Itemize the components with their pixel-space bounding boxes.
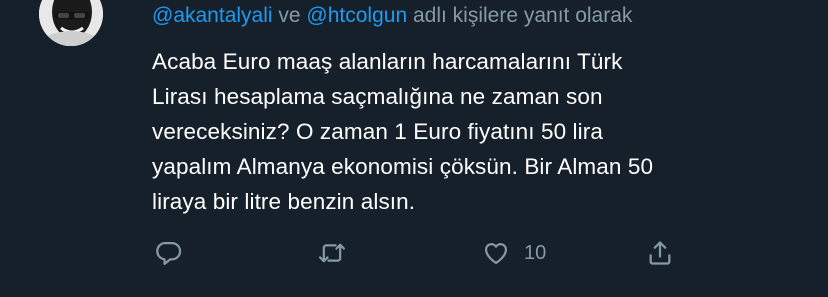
share-icon [649,241,671,265]
reply-context: @akantalyali ve @htcolgun adlı kişilere … [152,2,632,30]
share-button[interactable] [646,238,674,268]
retweet-button[interactable] [318,238,346,268]
tweet-text-line: Acaba Euro maaş alanların harcamalarını … [152,49,623,74]
mention-akantalyali[interactable]: @akantalyali [152,4,273,27]
like-button[interactable]: 10 [482,238,546,268]
like-count: 10 [524,241,547,264]
retweet-icon [318,243,346,263]
tweet-text: Acaba Euro maaş alanların harcamalarını … [152,44,812,219]
tweet-text-line: vereceksiniz? O zaman 1 Euro fiyatını 50… [152,119,603,144]
mention-htcolgun[interactable]: @htcolgun [306,4,407,27]
avatar-image [39,0,103,46]
like-icon [484,243,508,265]
tweet-text-line: yapalım Almanya ekonomisi çöksün. Bir Al… [152,154,654,179]
tweet-text-line: Lirası hesaplama saçmalığına ne zaman so… [152,84,603,109]
reply-button[interactable] [155,238,183,268]
reply-icon [156,241,182,265]
reply-suffix: adlı kişilere yanıt olarak [407,4,633,27]
reply-connector: ve [272,4,307,27]
avatar[interactable] [39,0,103,46]
tweet[interactable]: @akantalyali ve @htcolgun adlı kişilere … [0,0,828,297]
tweet-text-line: liraya bir litre benzin alsın. [152,189,416,214]
